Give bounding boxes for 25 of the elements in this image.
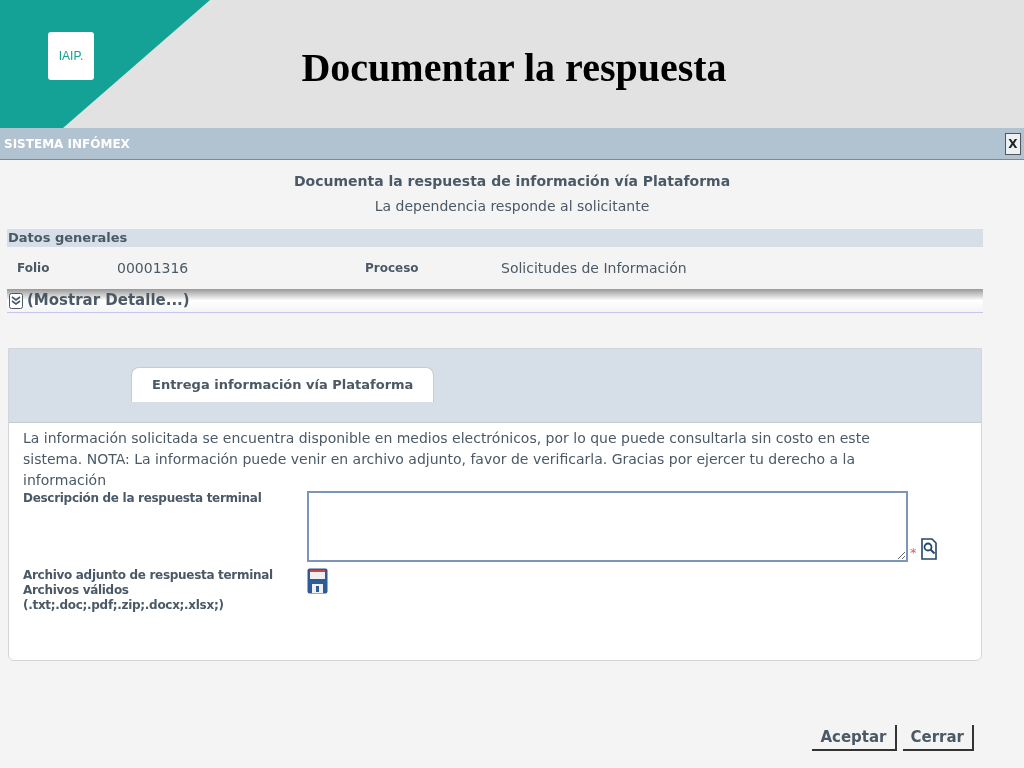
save-icon[interactable] bbox=[307, 568, 328, 594]
form-subheading: La dependencia responde al solicitante bbox=[373, 197, 651, 216]
close-button[interactable]: X bbox=[1005, 132, 1021, 155]
field-value: 00001316 bbox=[117, 258, 190, 278]
field-label: (.txt;.doc;.pdf;.zip;.docx;.xlsx;) bbox=[23, 598, 225, 613]
required-mark: * bbox=[910, 546, 917, 560]
chevrons-icon bbox=[9, 292, 23, 309]
logo: IAIP. bbox=[48, 32, 94, 80]
description-field[interactable] bbox=[307, 491, 908, 562]
details-toggle[interactable]: (Mostrar Detalle...) bbox=[9, 289, 190, 312]
dialog-button[interactable]: Cerrar bbox=[902, 725, 974, 751]
field-label: Archivos válidos bbox=[23, 583, 130, 598]
field-label: Descripción de la respuesta terminal bbox=[23, 491, 263, 506]
section-header: Datos generales bbox=[7, 229, 983, 247]
window-title: SISTEMA INFÓMEX bbox=[4, 135, 130, 153]
field-label: Archivo adjunto de respuesta terminal bbox=[23, 568, 274, 583]
field-value: Solicitudes de Información bbox=[501, 258, 687, 278]
field-label: Proceso bbox=[365, 260, 420, 277]
dialog-button[interactable]: Aceptar bbox=[812, 725, 897, 751]
search-icon[interactable] bbox=[920, 538, 937, 560]
field-label: Folio bbox=[16, 260, 51, 277]
notice-text: La información solicitada se encuentra disponible en medios electrónicos, por lo que puede consultarla sin costo en este sistema. NOTA: La información puede venir en archivo adjunto, favor de verificarla. Gracias por ejercer tu derecho a la información bbox=[23, 429, 871, 490]
form-heading: Documenta la respuesta de información vía Plataforma bbox=[292, 172, 732, 191]
slide-title: Documentar la respuesta bbox=[301, 44, 727, 92]
tab[interactable]: Entrega información vía Plataforma bbox=[131, 367, 435, 402]
